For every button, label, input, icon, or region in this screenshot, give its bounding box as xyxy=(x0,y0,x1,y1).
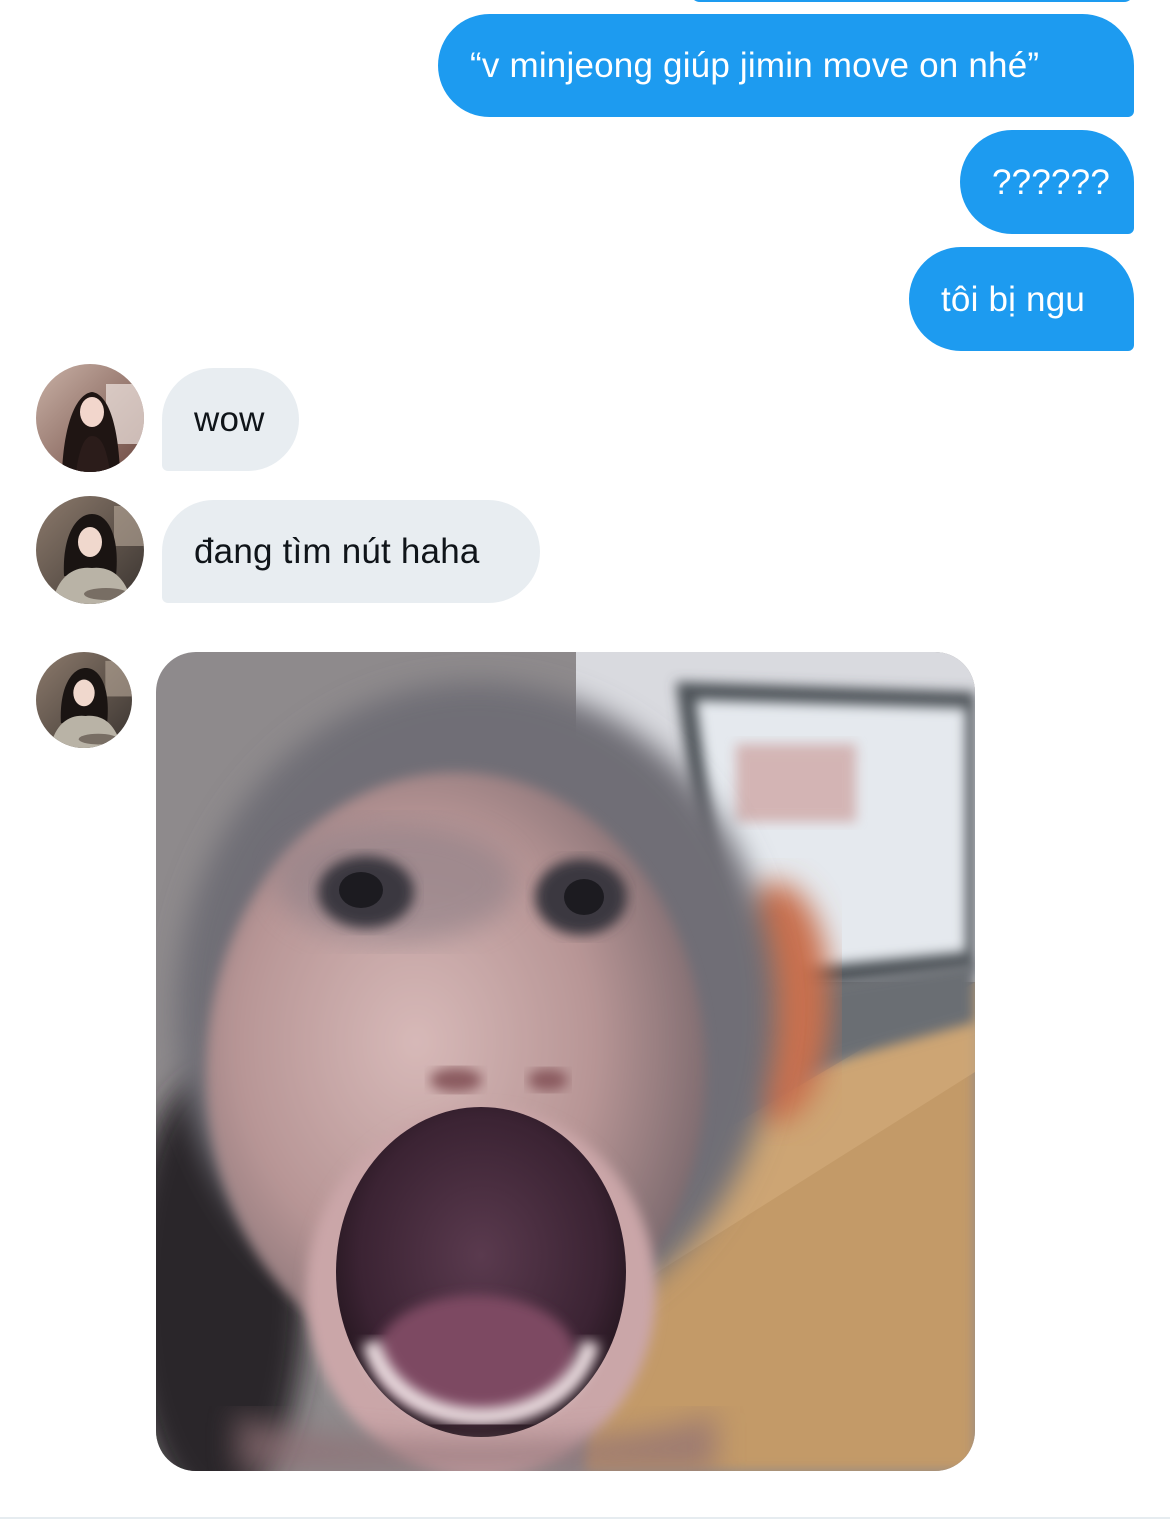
received-message-bubble[interactable]: wow xyxy=(162,368,299,471)
message-text: đang tìm nút haha xyxy=(194,532,480,571)
sent-message-bubble[interactable]: “v minjeong giúp jimin move on nhé” xyxy=(438,14,1134,117)
message-text: wow xyxy=(194,400,265,439)
sent-message-bubble[interactable]: ?????? xyxy=(960,130,1134,234)
received-message-bubble[interactable]: đang tìm nút haha xyxy=(162,500,540,603)
message-text: “v minjeong giúp jimin move on nhé” xyxy=(470,46,1040,85)
dm-conversation: “v minjeong giúp jimin move on nhé” ????… xyxy=(0,0,1170,1525)
message-text: tôi bị ngu xyxy=(941,279,1086,319)
media-attachment-gif[interactable] xyxy=(156,652,975,1471)
message-text: ?????? xyxy=(992,162,1110,202)
sender-avatar[interactable] xyxy=(36,496,144,604)
sender-avatar[interactable] xyxy=(36,652,132,748)
avatar-photo-icon xyxy=(36,652,132,748)
sender-avatar[interactable] xyxy=(36,364,144,472)
previous-message-bubble-edge[interactable] xyxy=(690,0,1134,2)
avatar-photo-icon xyxy=(36,496,144,604)
avatar-photo-icon xyxy=(36,364,144,472)
composer-divider xyxy=(0,1517,1170,1519)
sent-message-bubble[interactable]: tôi bị ngu xyxy=(909,247,1134,351)
shouting-monkey-image xyxy=(156,652,975,1471)
